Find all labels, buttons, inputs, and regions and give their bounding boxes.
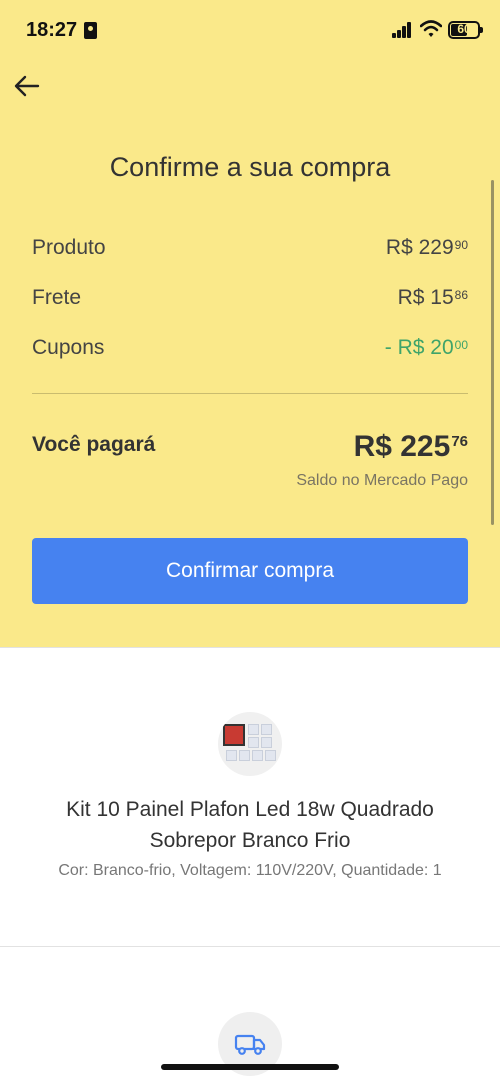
section-divider <box>0 647 500 648</box>
signal-icon <box>392 22 412 38</box>
summary-row-coupons: Cupons - R$ 2000 <box>32 336 468 366</box>
section-divider <box>0 946 500 947</box>
status-time: 18:27 <box>26 19 78 41</box>
summary-row-amount: - R$ 2000 <box>384 336 468 359</box>
product-name: Kit 10 Painel Plafon Led 18w Quadrado So… <box>66 798 434 852</box>
wifi-icon <box>420 20 442 37</box>
confirmation-header: 18:27 60 Confirme a sua compra Produto R… <box>0 0 500 647</box>
battery-icon: 60 <box>448 21 483 39</box>
summary-row-amount: R$ 22990 <box>385 236 468 259</box>
home-indicator[interactable] <box>161 1064 339 1070</box>
total-label: Você pagará <box>32 433 156 456</box>
scrollbar[interactable] <box>491 180 494 525</box>
summary-row-product: Produto R$ 22990 <box>32 236 468 266</box>
confirm-purchase-button[interactable]: Confirmar compra <box>32 538 468 604</box>
product-attributes: Cor: Branco-frio, Voltagem: 110V/220V, Q… <box>58 862 442 879</box>
product-box-image <box>223 724 245 746</box>
truck-icon <box>234 1034 266 1055</box>
summary-row-label: Cupons <box>32 336 105 359</box>
page-title: Confirme a sua compra <box>109 152 391 182</box>
product-image <box>218 712 282 776</box>
summary-divider <box>32 393 468 394</box>
back-arrow-icon[interactable] <box>12 72 42 100</box>
battery-level: 60 <box>457 22 471 36</box>
total-amount: R$ 22576 <box>353 430 468 463</box>
summary-row-amount: R$ 1586 <box>397 286 468 309</box>
status-bar: 18:27 60 <box>0 0 500 60</box>
payment-method: Saldo no Mercado Pago <box>296 472 468 489</box>
summary-row-label: Frete <box>32 286 82 309</box>
summary-row-shipping: Frete R$ 1586 <box>32 286 468 316</box>
summary-row-label: Produto <box>32 236 106 259</box>
contact-card-icon <box>84 22 97 39</box>
